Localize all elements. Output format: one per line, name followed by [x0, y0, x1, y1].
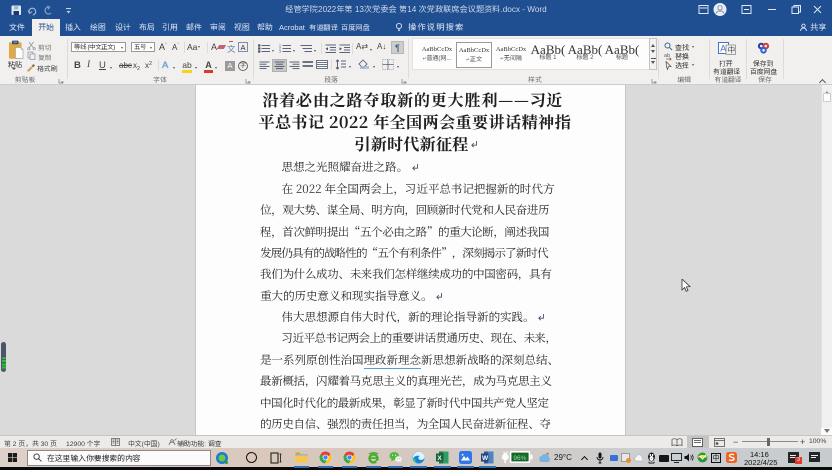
svg-text:X: X	[437, 455, 442, 462]
svg-text:W: W	[482, 455, 489, 462]
svg-text:中: 中	[728, 45, 736, 55]
svg-text:A: A	[720, 44, 726, 54]
svg-text:96%: 96%	[513, 454, 526, 461]
svg-text:ab: ab	[664, 53, 670, 59]
svg-text:3: 3	[279, 50, 281, 54]
